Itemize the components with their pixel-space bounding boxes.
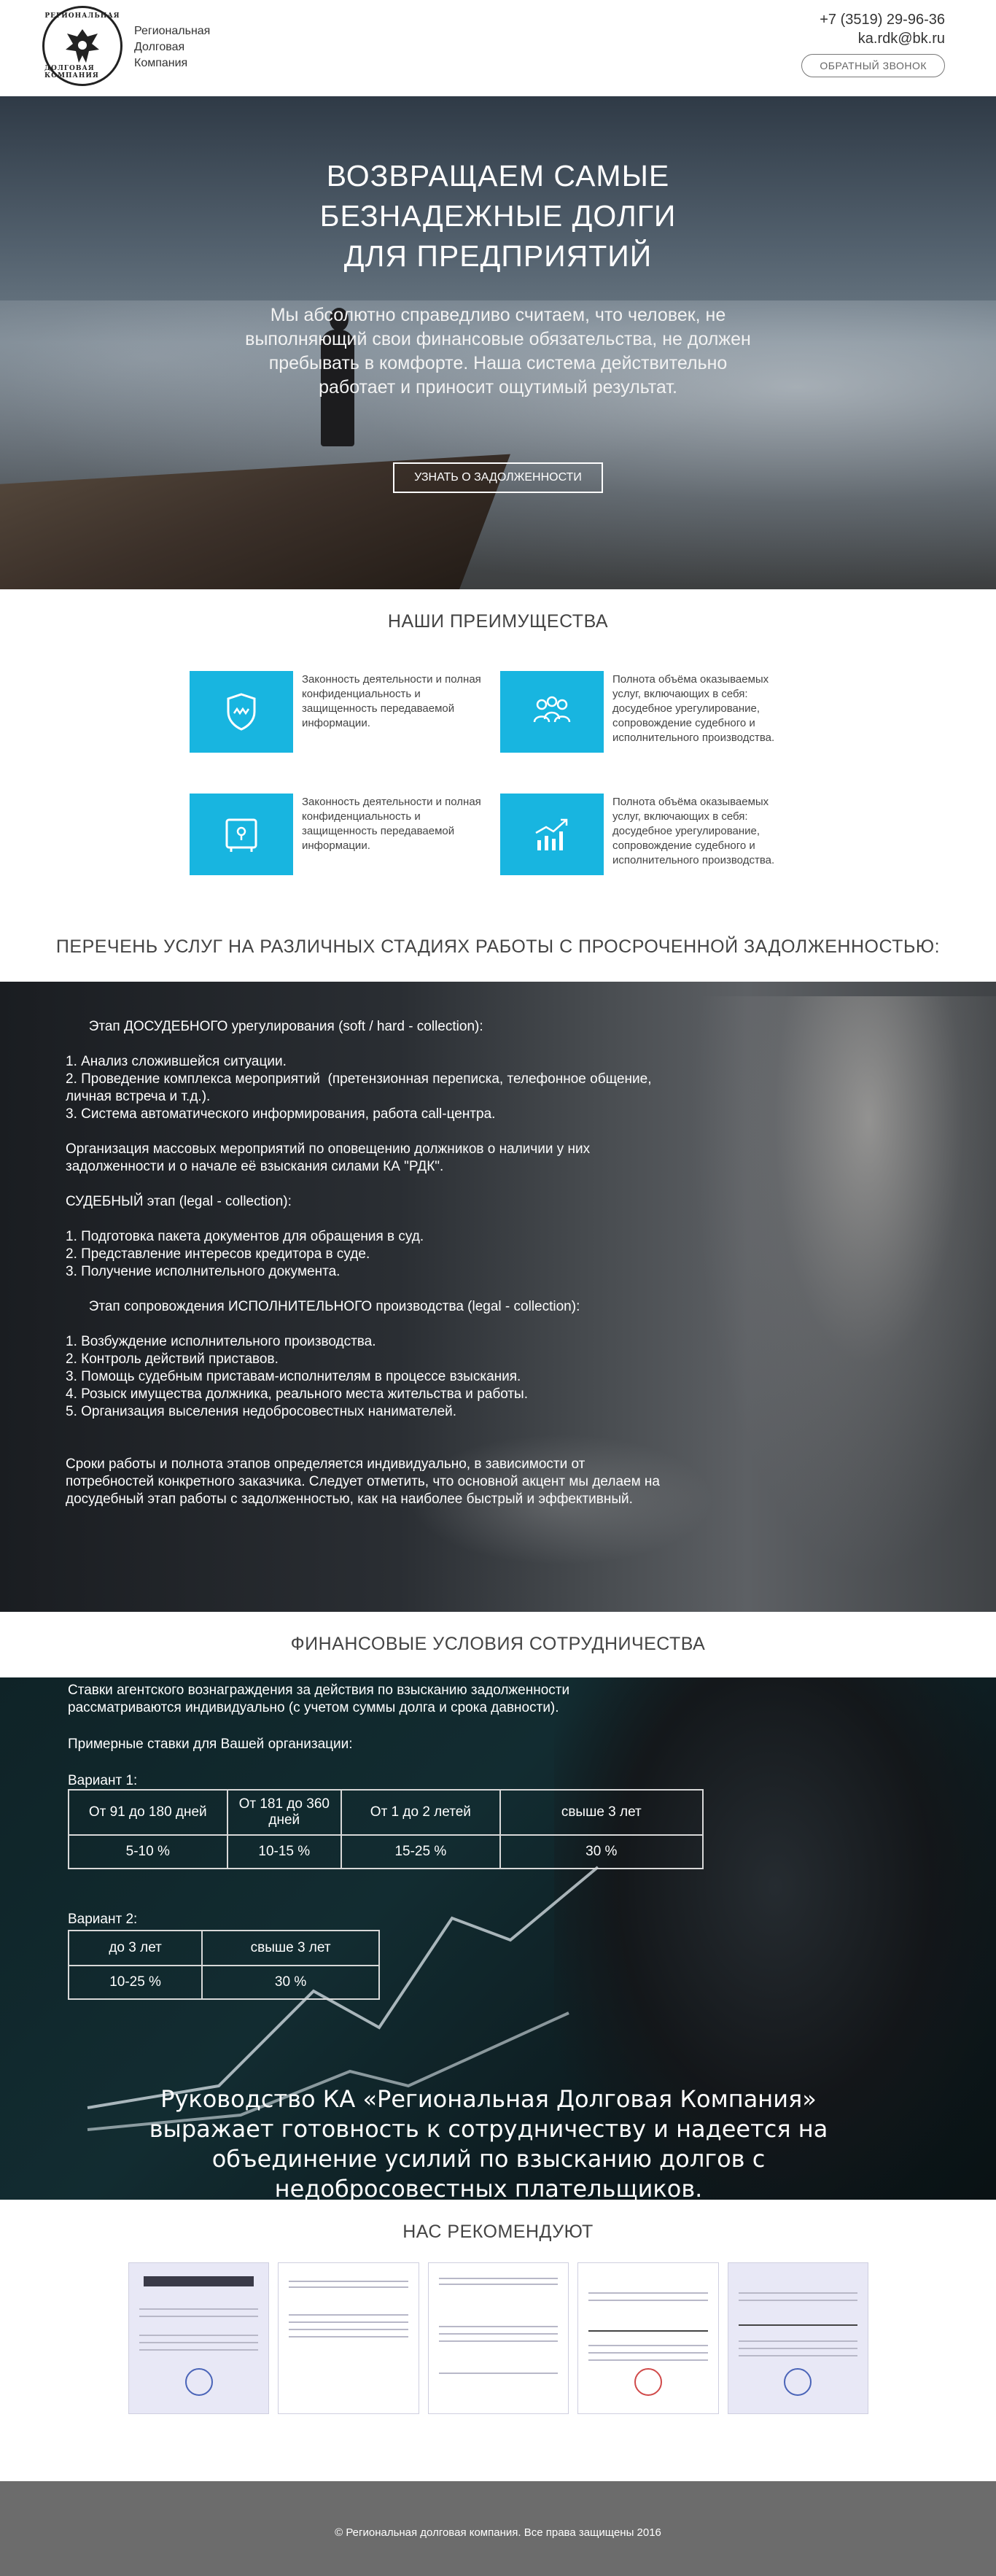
advantage-icon-box <box>190 671 293 753</box>
eagle-emblem-icon <box>66 29 99 63</box>
recommendation-letter-thumbnail[interactable] <box>577 2262 719 2414</box>
logo-text-bottom: ДОЛГОВАЯ КОМПАНИЯ <box>44 65 99 79</box>
advantages-title: НАШИ ПРЕИМУЩЕСТВА <box>387 611 609 632</box>
email-link[interactable]: ka.rdk@bk.ru <box>801 29 945 48</box>
services-title: ПЕРЕЧЕНЬ УСЛУГ НА РАЗЛИЧНЫХ СТАДИЯХ РАБО… <box>55 936 941 957</box>
variant-2-label: Вариант 2: <box>68 1912 138 1927</box>
safe-icon <box>225 818 257 852</box>
copyright-text: © Региональная долговая компания. Все пр… <box>335 2526 661 2539</box>
contacts-block: +7 (3519) 29-96-36 ka.rdk@bk.ru ОБРАТНЫЙ… <box>801 10 945 77</box>
finance-section: Ставки агентского вознаграждения за дейс… <box>0 1677 996 2200</box>
table-cell: 10-15 % <box>226 1834 343 1869</box>
variant-2-table: до 3 лет свыше 3 лет 10-25 % 30 % <box>67 1930 380 2000</box>
site-header: РЕГИОНАЛЬНАЯ ДОЛГОВАЯ КОМПАНИЯ Региональ… <box>0 0 996 96</box>
advantage-item: Полнота объёма оказываемых услуг, включа… <box>500 794 793 875</box>
recommendation-letters <box>128 2262 869 2414</box>
table-cell: 10-25 % <box>67 1965 203 2000</box>
growth-chart-icon <box>535 818 568 850</box>
table-header-cell: От 1 до 2 летей <box>341 1789 501 1836</box>
variant-1-table: От 91 до 180 дней От 181 до 360 дней От … <box>68 1789 704 1869</box>
services-list: Этап ДОСУДЕБНОГО урегулирования (soft / … <box>66 1019 660 1507</box>
finance-title: ФИНАНСОВЫЕ УСЛОВИЯ СОТРУДНИЧЕСТВА <box>290 1634 706 1654</box>
variant-1-label: Вариант 1: <box>68 1773 138 1788</box>
table-header-cell: От 91 до 180 дней <box>68 1789 228 1836</box>
table-cell: 30 % <box>499 1834 704 1869</box>
logo-text-top: РЕГИОНАЛЬНАЯ <box>44 12 120 20</box>
recommendation-letter-thumbnail[interactable] <box>128 2262 270 2414</box>
advantage-icon-box <box>190 794 293 875</box>
advantage-item: Полнота объёма оказываемых услуг, включа… <box>500 671 793 753</box>
table-cell: 15-25 % <box>341 1834 501 1869</box>
phone-link[interactable]: +7 (3519) 29-96-36 <box>801 10 945 29</box>
services-section: Этап ДОСУДЕБНОГО урегулирования (soft / … <box>0 982 996 1612</box>
hero-title: ВОЗВРАЩАЕМ САМЫЕ БЕЗНАДЕЖНЫЕ ДОЛГИ ДЛЯ П… <box>319 159 677 273</box>
company-logo[interactable]: РЕГИОНАЛЬНАЯ ДОЛГОВАЯ КОМПАНИЯ <box>42 6 122 86</box>
advantage-text: Полнота объёма оказываемых услуг, включа… <box>612 673 775 744</box>
table-cell: 30 % <box>201 1965 380 2000</box>
table-row: 10-25 % 30 % <box>67 1965 380 2000</box>
advantage-icon-box <box>500 794 604 875</box>
finance-sample-label: Примерные ставки для Вашей организации: <box>68 1737 353 1752</box>
advantage-item: Законность деятельности и полная конфиде… <box>190 794 483 875</box>
advantage-item: Законность деятельности и полная конфиде… <box>190 671 483 753</box>
debt-inquiry-button[interactable]: УЗНАТЬ О ЗАДОЛЖЕННОСТИ <box>393 462 603 493</box>
table-header-cell: От 181 до 360 дней <box>226 1789 343 1836</box>
recommendation-letter-thumbnail[interactable] <box>727 2262 869 2414</box>
recommendation-letter-thumbnail[interactable] <box>427 2262 569 2414</box>
advantage-text: Полнота объёма оказываемых услуг, включа… <box>612 796 775 866</box>
brand-name: Региональная Долговая Компания <box>134 25 211 69</box>
table-cell: 5-10 % <box>68 1834 228 1869</box>
finance-closing-statement: Руководство КА «Региональная Долговая Ко… <box>149 2085 828 2200</box>
finance-intro: Ставки агентского вознаграждения за дейс… <box>68 1683 570 1715</box>
advantage-text: Законность деятельности и полная конфиде… <box>302 673 481 729</box>
team-icon <box>533 696 571 723</box>
recommendation-letter-thumbnail[interactable] <box>278 2262 419 2414</box>
table-row: 5-10 % 10-15 % 15-25 % 30 % <box>68 1834 704 1869</box>
site-footer: © Региональная долговая компания. Все пр… <box>0 2481 996 2576</box>
table-row: От 91 до 180 дней От 181 до 360 дней От … <box>68 1789 704 1836</box>
table-header-cell: свыше 3 лет <box>499 1789 704 1836</box>
table-header-cell: свыше 3 лет <box>201 1930 380 1966</box>
shield-icon <box>227 693 256 731</box>
callback-button[interactable]: ОБРАТНЫЙ ЗВОНОК <box>801 54 945 77</box>
advantage-text: Законность деятельности и полная конфиде… <box>302 796 481 852</box>
advantage-icon-box <box>500 671 604 753</box>
hero-text: Мы абсолютно справедливо считаем, что че… <box>245 305 751 397</box>
table-header-cell: до 3 лет <box>67 1930 203 1966</box>
table-row: до 3 лет свыше 3 лет <box>67 1930 380 1966</box>
recommend-title: НАС РЕКОМЕНДУЮТ <box>402 2222 594 2242</box>
